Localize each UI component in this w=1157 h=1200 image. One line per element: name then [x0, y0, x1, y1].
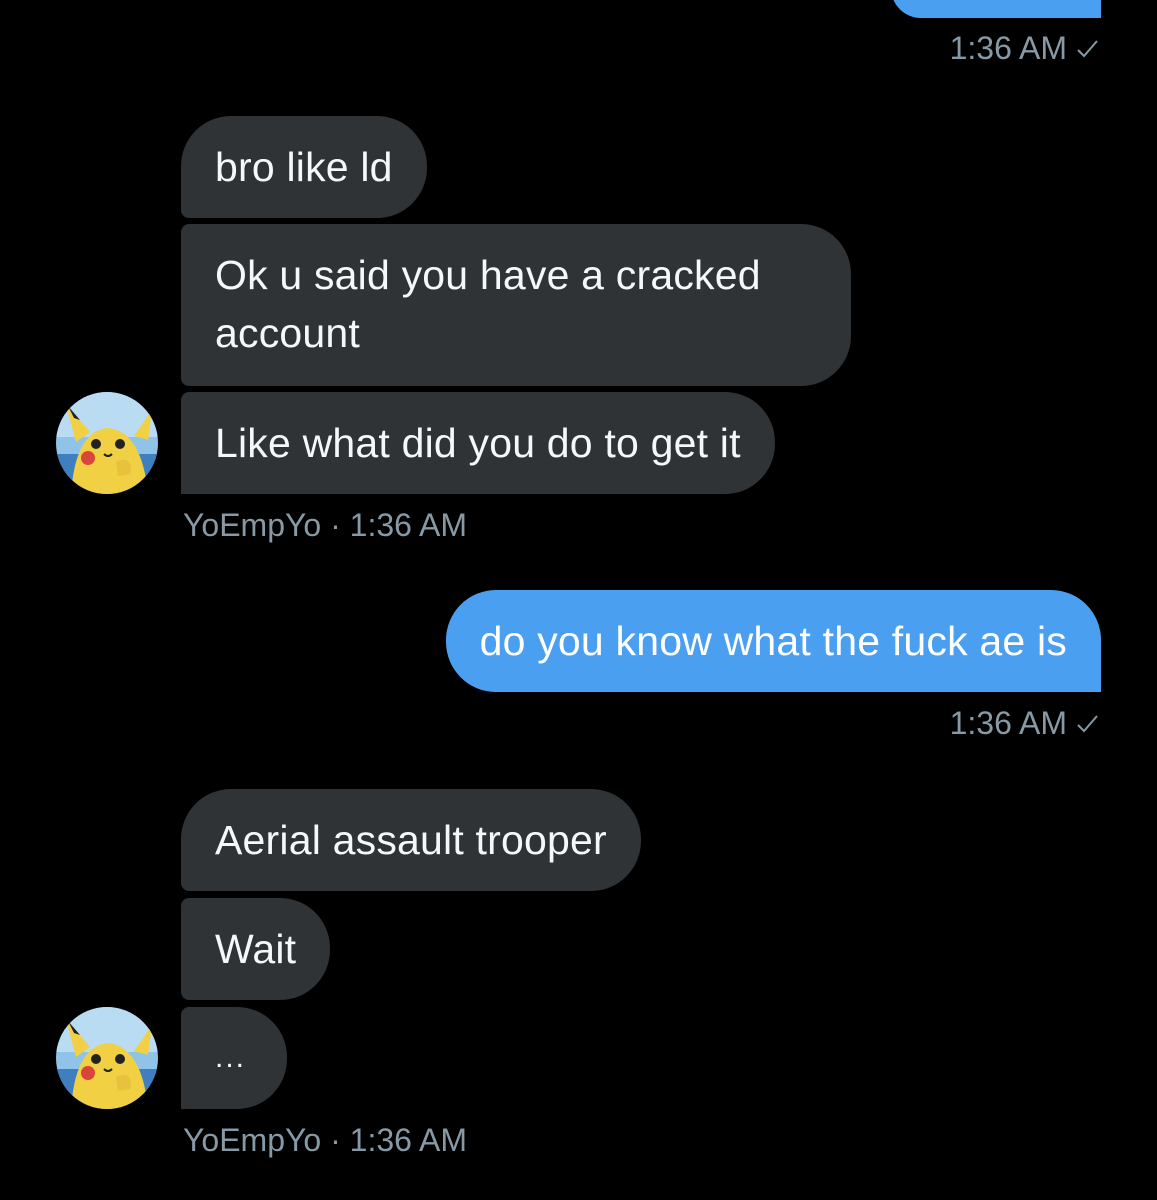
incoming-message[interactable]: Ok u said you have a cracked account [181, 224, 851, 386]
message-text: bro like ld [215, 144, 393, 190]
pikachu-avatar[interactable] [56, 1007, 158, 1109]
message-text: do you know what the fuck ae is [479, 618, 1067, 664]
message-text: Aerial assault trooper [215, 817, 607, 863]
conversation-view: 1:36 AM bro like ld Ok u said you have a… [0, 0, 1157, 1200]
message-meta: YoEmpYo · 1:36 AM [183, 1122, 467, 1159]
timestamp: 1:36 AM [949, 30, 1067, 66]
message-text: Wait [215, 926, 297, 972]
message-meta: 1:36 AM [950, 30, 1099, 69]
incoming-message[interactable]: Aerial assault trooper [181, 789, 641, 891]
outgoing-message[interactable]: do you know what the fuck ae is [445, 590, 1101, 692]
separator-dot: · [330, 1122, 350, 1158]
incoming-message[interactable]: ... [181, 1007, 287, 1109]
sender-name[interactable]: YoEmpYo [183, 1122, 321, 1158]
check-icon [1075, 32, 1099, 69]
incoming-message[interactable]: Like what did you do to get it [181, 392, 775, 494]
timestamp: 1:36 AM [949, 705, 1067, 741]
sender-name[interactable]: YoEmpYo [183, 507, 321, 543]
message-text: account [215, 310, 361, 356]
message-text: ... [215, 1041, 247, 1074]
check-icon [1075, 707, 1099, 744]
timestamp: 1:36 AM [349, 1122, 468, 1158]
message-text: Like what did you do to get it [215, 420, 741, 466]
pikachu-avatar[interactable] [56, 392, 158, 494]
outgoing-bubble-partial[interactable] [891, 0, 1101, 18]
message-meta: 1:36 AM [950, 705, 1099, 744]
incoming-message[interactable]: bro like ld [181, 116, 427, 218]
incoming-message[interactable]: Wait [181, 898, 331, 1000]
message-meta: YoEmpYo · 1:36 AM [183, 507, 467, 544]
separator-dot: · [330, 507, 350, 543]
message-text: Ok u said you have a cracked [215, 252, 761, 298]
timestamp: 1:36 AM [349, 507, 468, 543]
